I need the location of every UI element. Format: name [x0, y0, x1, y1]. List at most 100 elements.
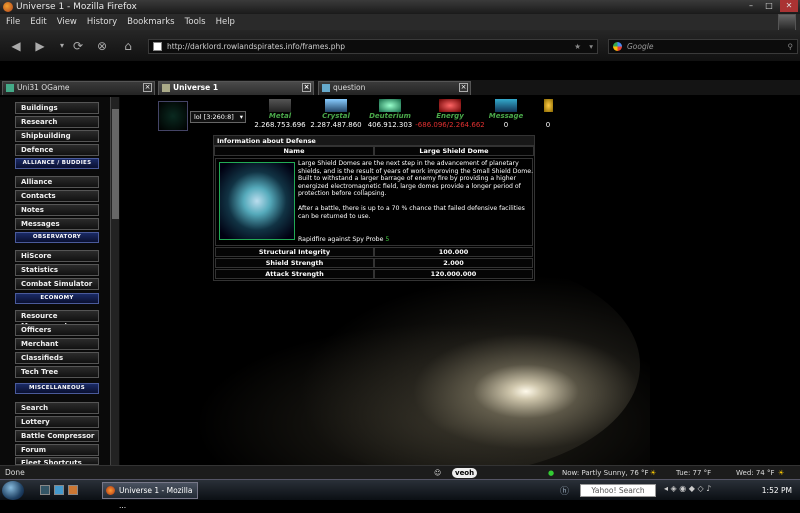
description-paragraph-2: After a battle, there is up to a 70 % ch…: [298, 205, 525, 220]
status-bar: Done ☺ veoh ● Now: Partly Sunny, 76 °F ☀…: [0, 465, 800, 479]
menu-file[interactable]: File: [6, 14, 20, 30]
firefox-window: Universe 1 - Mozilla Firefox – □ ✕ File …: [0, 0, 800, 510]
weather-leaf-icon: ●: [548, 469, 555, 477]
planet-image[interactable]: [158, 101, 188, 131]
back-icon[interactable]: ◀: [8, 38, 24, 54]
menu-bar: File Edit View History Bookmarks Tools H…: [0, 14, 800, 30]
resource-name: Metal: [268, 112, 292, 120]
close-tab-icon[interactable]: ×: [143, 83, 152, 92]
home-icon[interactable]: ⌂: [120, 38, 136, 54]
minimize-button[interactable]: –: [742, 0, 760, 12]
firefox-quicklaunch-icon[interactable]: [68, 485, 78, 495]
stat-value: 120.000.000: [374, 269, 533, 279]
menu-buildings[interactable]: Buildings: [15, 102, 99, 114]
menu-lottery[interactable]: Lottery: [15, 416, 99, 428]
section-header-miscellaneous: MISCELLANEOUS: [15, 383, 99, 394]
tray-icons[interactable]: ◂ ◈ ◉ ◆ ◇ ♪: [664, 484, 711, 493]
resource-message[interactable]: Message 0: [476, 99, 536, 129]
yahoo-search-input[interactable]: Yahoo! Search: [580, 484, 656, 497]
reload-icon[interactable]: ⟳: [70, 38, 86, 54]
menu-help[interactable]: Help: [216, 14, 235, 30]
url-input[interactable]: http://darklord.rowlandspirates.info/fra…: [148, 39, 598, 54]
menu-merchant[interactable]: Merchant: [15, 338, 99, 350]
menu-notes[interactable]: Notes: [15, 204, 99, 216]
menu-statistics[interactable]: Statistics: [15, 264, 99, 276]
veoh-button[interactable]: veoh: [452, 468, 478, 478]
menu-resource-managment[interactable]: Resource Managment: [15, 310, 99, 330]
menu-search[interactable]: Search: [15, 402, 99, 414]
star-icon[interactable]: ★: [574, 40, 581, 53]
close-tab-icon[interactable]: ×: [459, 83, 468, 92]
menu-shipbuilding[interactable]: Shipbuilding: [15, 130, 99, 142]
planet-selector-value: lol [3:260:8]: [194, 113, 234, 121]
close-window-button[interactable]: ✕: [780, 0, 798, 12]
windows-taskbar: Universe 1 - Mozilla ... ⓗ Yahoo! Search…: [0, 479, 800, 510]
scrollbar-thumb[interactable]: [112, 109, 119, 219]
item-name: Large Shield Dome: [374, 146, 534, 156]
resource-name: [530, 112, 566, 120]
firefox-icon: [106, 486, 115, 495]
maximize-button[interactable]: □: [760, 0, 778, 12]
tab-uni31-ogame[interactable]: Uni31 OGame ×: [2, 81, 155, 95]
taskbar-firefox-button[interactable]: Universe 1 - Mozilla ...: [102, 482, 198, 510]
menu-bookmarks[interactable]: Bookmarks: [127, 14, 175, 30]
menu-history[interactable]: History: [87, 14, 117, 30]
tab-question[interactable]: question ×: [318, 81, 471, 95]
description-paragraph: Large Shield Domes are the next step in …: [298, 160, 534, 197]
menu-forum[interactable]: Forum: [15, 444, 99, 456]
smiley-icon[interactable]: ☺: [434, 466, 441, 480]
crystal-icon: [325, 99, 347, 112]
section-header-alliance: ALLIANCE / BUDDIES: [15, 158, 99, 169]
menu-research[interactable]: Research: [15, 116, 99, 128]
stat-value: 2.000: [374, 258, 533, 268]
navigation-toolbar: ◀ ▶ ▾ ⟳ ⊗ ⌂ http://darklord.rowlandspira…: [0, 30, 800, 62]
resource-deuterium: Deuterium 406.912.303: [360, 99, 420, 129]
resource-name: Message: [488, 112, 524, 120]
search-magnifier-icon[interactable]: ⚲: [788, 40, 794, 53]
weather-now[interactable]: Now: Partly Sunny, 76 °F: [562, 466, 649, 480]
hp-icon[interactable]: ⓗ: [560, 484, 569, 497]
rapidfire-line: Rapidfire against Spy Probe 5: [298, 236, 389, 243]
ie-icon[interactable]: [54, 485, 64, 495]
tab-universe-1[interactable]: Universe 1 ×: [158, 81, 314, 95]
description-text: Large Shield Domes are the next step in …: [298, 160, 534, 220]
menu-officers[interactable]: Officers: [15, 324, 99, 336]
menu-defence[interactable]: Defence: [15, 144, 99, 156]
weather-wed[interactable]: Wed: 74 °F: [736, 466, 775, 480]
clock[interactable]: 1:52 PM: [762, 480, 792, 501]
sun-icon: ☀: [778, 469, 785, 477]
planet-selector[interactable]: lol [3:260:8] ▾: [190, 111, 246, 123]
show-desktop-icon[interactable]: [40, 485, 50, 495]
menu-hiscore[interactable]: HiScore: [15, 250, 99, 262]
rapidfire-label: Rapidfire against Spy Probe: [298, 236, 384, 243]
stat-row: Attack Strength 120.000.000: [215, 269, 533, 279]
menu-classifieds[interactable]: Classifieds: [15, 352, 99, 364]
game-sidebar: Buildings Research Shipbuilding Defence …: [0, 97, 120, 465]
deuterium-icon: [379, 99, 401, 112]
menu-edit[interactable]: Edit: [30, 14, 46, 30]
tab-label: Uni31 OGame: [17, 83, 70, 92]
ogame-favicon-icon: [6, 84, 14, 92]
search-input[interactable]: Google ⚲: [608, 39, 798, 54]
menu-battle-compressor[interactable]: Battle Compressor: [15, 430, 99, 442]
menu-tech-tree[interactable]: Tech Tree: [15, 366, 99, 378]
url-dropdown-icon[interactable]: ▾: [589, 40, 593, 53]
close-tab-icon[interactable]: ×: [302, 83, 311, 92]
url-text: http://darklord.rowlandspirates.info/fra…: [167, 42, 346, 51]
menu-messages[interactable]: Messages: [15, 218, 99, 230]
weather-tue[interactable]: Tue: 77 °F: [676, 466, 711, 480]
menu-combat-simulator[interactable]: Combat Simulator: [15, 278, 99, 290]
history-dropdown-icon[interactable]: ▾: [54, 38, 70, 54]
menu-alliance[interactable]: Alliance: [15, 176, 99, 188]
resource-value: 0: [503, 121, 509, 129]
forward-icon[interactable]: ▶: [32, 38, 48, 54]
stat-label: Shield Strength: [215, 258, 374, 268]
menu-fleet-shortcuts[interactable]: Fleet Shortcuts: [15, 457, 99, 465]
stop-icon[interactable]: ⊗: [94, 38, 110, 54]
sidebar-scrollbar[interactable]: [110, 97, 119, 465]
menu-tools[interactable]: Tools: [185, 14, 206, 30]
menu-contacts[interactable]: Contacts: [15, 190, 99, 202]
menu-view[interactable]: View: [57, 14, 77, 30]
large-shield-dome-image: [219, 162, 295, 240]
start-button[interactable]: [2, 481, 24, 500]
